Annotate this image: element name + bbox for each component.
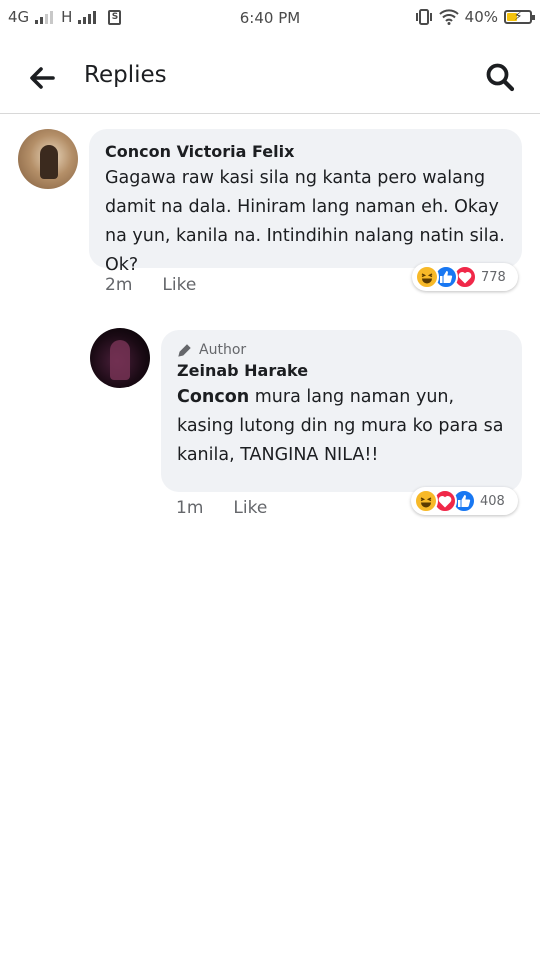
back-button[interactable]	[22, 58, 62, 98]
comment-text: Concon mura lang naman yun, kasing luton…	[177, 383, 506, 470]
haha-reaction-icon	[414, 489, 438, 513]
avatar[interactable]	[90, 328, 150, 388]
search-icon	[486, 63, 515, 92]
page-title: Replies	[84, 62, 167, 88]
reaction-count: 408	[480, 493, 505, 509]
battery-icon: ⚡	[504, 9, 535, 24]
comment-author[interactable]: Concon Victoria Felix	[105, 142, 506, 161]
comment-timestamp: 1m	[176, 498, 204, 518]
reaction-count: 778	[481, 269, 506, 285]
like-button[interactable]: Like	[162, 275, 196, 295]
vibrate-icon	[415, 9, 432, 25]
pencil-icon	[178, 343, 191, 357]
comment-timestamp: 2m	[105, 275, 133, 295]
comment-actions: 1m Like	[176, 498, 267, 518]
like-button[interactable]: Like	[233, 498, 267, 518]
author-badge: Author	[177, 342, 506, 358]
status-bar: 4G H S 6:40 PM 40% ⚡	[0, 0, 540, 36]
reaction-summary[interactable]: 778	[412, 263, 518, 291]
status-right: 40% ⚡	[415, 8, 535, 26]
search-button[interactable]	[480, 57, 520, 97]
author-badge-label: Author	[199, 342, 247, 358]
haha-reaction-icon	[415, 265, 439, 289]
reaction-summary[interactable]: 408	[411, 487, 518, 515]
comment-author[interactable]: Zeinab Harake	[177, 361, 506, 380]
arrow-left-icon	[30, 67, 55, 89]
comment-bubble[interactable]: Concon Victoria Felix Gagawa raw kasi si…	[89, 129, 522, 275]
comment-actions: 2m Like	[105, 275, 196, 295]
replies-header: Replies	[0, 40, 540, 114]
avatar[interactable]	[18, 129, 78, 189]
battery-percent: 40%	[464, 8, 498, 26]
mention-link[interactable]: Concon	[177, 387, 249, 407]
charging-icon: ⚡	[514, 9, 523, 23]
reply-bubble[interactable]: Author Zeinab Harake Concon mura lang na…	[161, 330, 522, 492]
wifi-icon	[438, 9, 459, 25]
